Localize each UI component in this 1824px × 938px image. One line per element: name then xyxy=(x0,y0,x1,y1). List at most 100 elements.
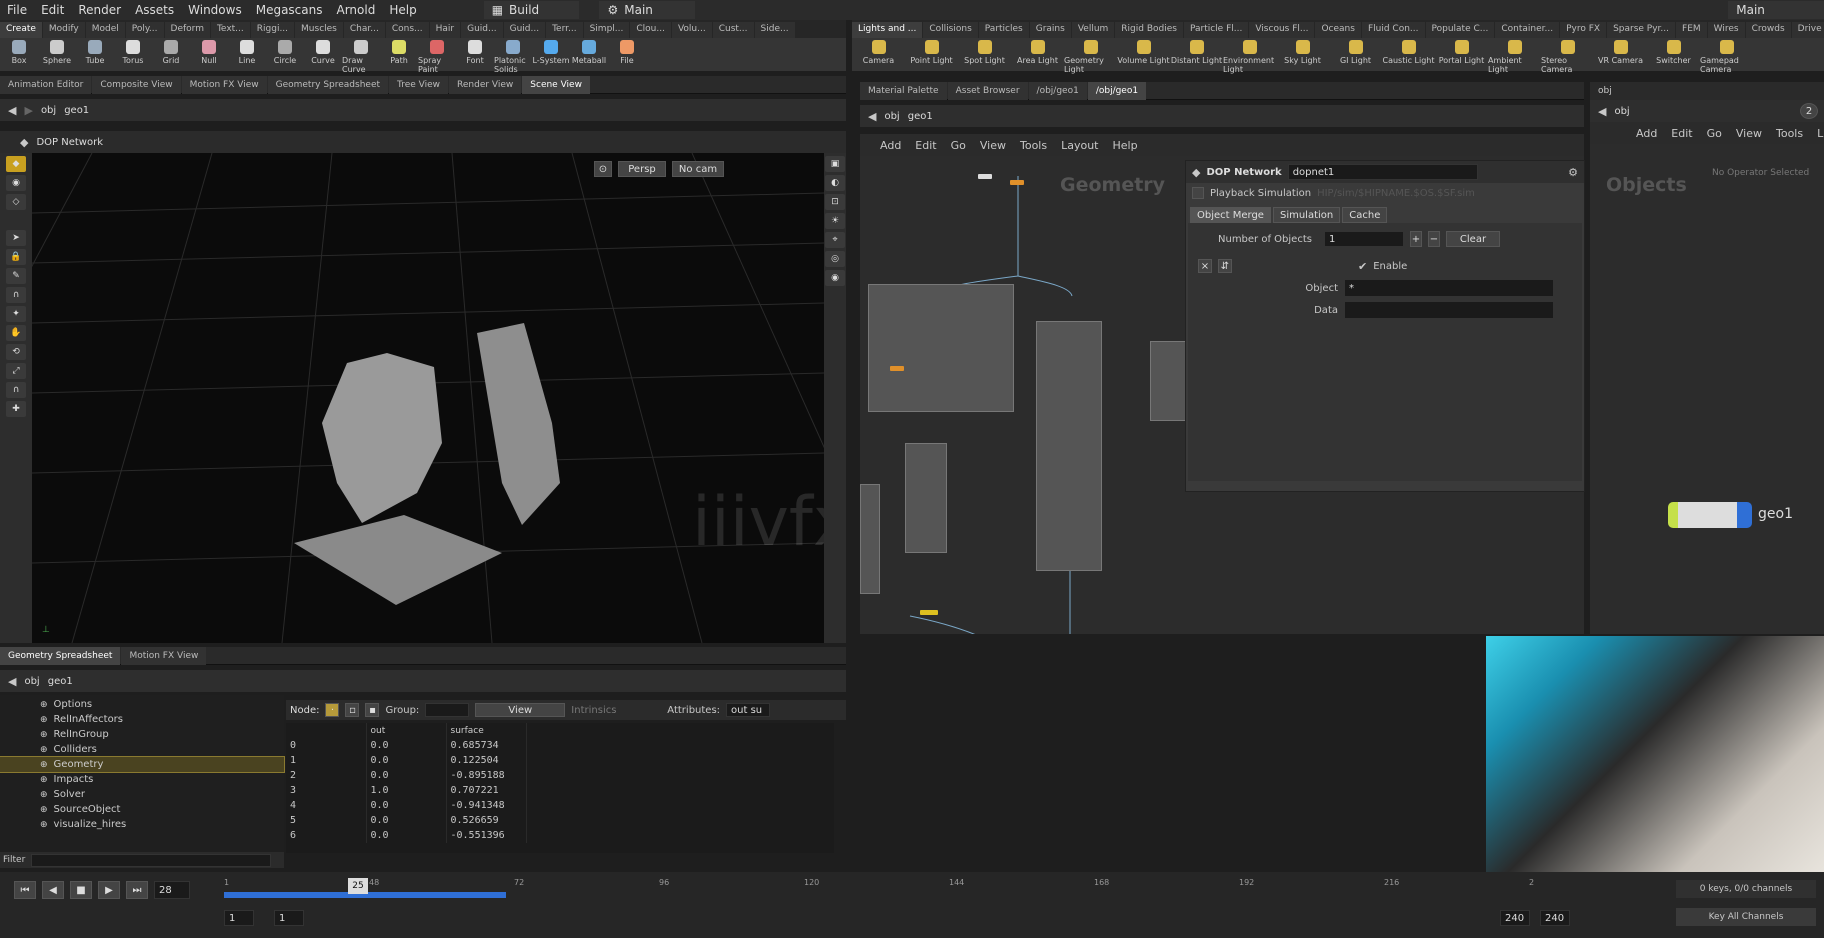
object-tab[interactable]: obj xyxy=(1590,82,1824,100)
shelf-tool[interactable]: Curve xyxy=(304,38,342,65)
tree-item[interactable]: ⊕ Geometry xyxy=(0,756,285,773)
network-menu-item[interactable]: Help xyxy=(1113,139,1138,152)
filter-input[interactable] xyxy=(31,853,272,867)
network-menu-item[interactable]: Go xyxy=(951,139,966,152)
network-menu-item[interactable]: Edit xyxy=(915,139,936,152)
node-chip-object[interactable] xyxy=(920,610,938,615)
bottom-pane-tab[interactable]: Motion FX View xyxy=(121,646,207,665)
plus-icon[interactable]: + xyxy=(1410,231,1422,247)
light-tab[interactable]: Fluid Con... xyxy=(1361,22,1425,38)
start-frame-2[interactable]: 1 xyxy=(274,910,304,926)
light-tab[interactable]: Particles xyxy=(978,22,1029,38)
left-pane-tab[interactable]: Animation Editor xyxy=(0,75,92,94)
light-tool[interactable]: Distant Light xyxy=(1170,38,1223,65)
tree-item[interactable]: ⊕ SourceObject xyxy=(0,802,284,817)
object-menu-item[interactable]: Tools xyxy=(1776,127,1803,140)
light-tool[interactable]: Environment Light xyxy=(1223,38,1276,74)
menu-windows[interactable]: Windows xyxy=(181,3,249,17)
light-tool[interactable]: Gamepad Camera xyxy=(1700,38,1753,74)
menu-file[interactable]: File xyxy=(0,3,34,17)
right-session-selector[interactable]: Main xyxy=(1728,1,1824,19)
tree-item[interactable]: ⊕ Solver xyxy=(0,787,284,802)
light-tab[interactable]: Vellum xyxy=(1071,22,1115,38)
shelf-tab[interactable]: Model xyxy=(85,22,125,38)
shelf-tab[interactable]: Side... xyxy=(754,22,795,38)
light-tool[interactable]: Ambient Light xyxy=(1488,38,1541,74)
network-box-4[interactable] xyxy=(1150,341,1186,421)
network-box-1[interactable] xyxy=(868,284,1014,412)
menu-edit[interactable]: Edit xyxy=(34,3,71,17)
shelf-tool[interactable]: Line xyxy=(228,38,266,65)
scale-tool-icon[interactable]: ⤢ xyxy=(6,363,26,379)
select-tool-icon[interactable]: ◆ xyxy=(6,156,26,172)
shelf-tab[interactable]: Volu... xyxy=(671,22,712,38)
light-tool[interactable]: Switcher xyxy=(1647,38,1700,65)
attributes-input[interactable]: out su xyxy=(726,703,771,717)
shelf-tab[interactable]: Clou... xyxy=(630,22,671,38)
tree-item[interactable]: ⊕ Colliders xyxy=(0,742,284,757)
shelf-tab[interactable]: Modify xyxy=(42,22,85,38)
light-tool[interactable]: GI Light xyxy=(1329,38,1382,65)
magnet-tool-icon[interactable]: ∩ xyxy=(6,287,26,303)
light-tab[interactable]: Viscous Fl... xyxy=(1249,22,1315,38)
shelf-tool[interactable]: Font xyxy=(456,38,494,65)
left-pane-tab[interactable]: Composite View xyxy=(92,75,181,94)
path-obj[interactable]: obj xyxy=(41,105,56,116)
frame-cursor[interactable]: 25 xyxy=(348,878,368,894)
end-frame-2[interactable]: 240 xyxy=(1540,910,1570,926)
param-node-name[interactable]: dopnet1 xyxy=(1287,164,1478,180)
view-tool-icon[interactable]: ◉ xyxy=(6,175,26,191)
shelf-tab[interactable]: Guid... xyxy=(461,22,503,38)
shelf-tab[interactable]: Cust... xyxy=(712,22,754,38)
shelf-tool[interactable]: Null xyxy=(190,38,228,65)
lock-tool-icon[interactable]: 🔒 xyxy=(6,249,26,265)
lock-icon[interactable]: ⊙ xyxy=(594,161,612,177)
object-network-pane[interactable]: obj ◀ obj 2 Add Edit Go View Tools L Objects … xyxy=(1590,82,1824,634)
object-menu-item[interactable]: Edit xyxy=(1671,127,1692,140)
path-geo[interactable]: geo1 xyxy=(64,105,89,116)
frame-input[interactable]: 28 xyxy=(154,881,190,899)
magnet2-tool-icon[interactable]: ∩ xyxy=(6,382,26,398)
geo1-node[interactable] xyxy=(1668,502,1752,528)
light-tool[interactable]: Stereo Camera xyxy=(1541,38,1594,74)
shelf-tab[interactable]: Riggi... xyxy=(250,22,295,38)
light-tab[interactable]: Populate C... xyxy=(1425,22,1495,38)
left-pane-tab[interactable]: Render View xyxy=(449,75,522,94)
left-pane-tab[interactable]: Tree View xyxy=(389,75,449,94)
network-menu-item[interactable]: View xyxy=(980,139,1006,152)
light-tab[interactable]: Lights and ... xyxy=(852,22,923,38)
shelf-tool[interactable]: Draw Curve xyxy=(342,38,380,74)
brush-tool-icon[interactable]: ✦ xyxy=(6,306,26,322)
light-tab[interactable]: Rigid Bodies xyxy=(1115,22,1183,38)
bottom-pane-tab[interactable]: Geometry Spreadsheet xyxy=(0,646,121,665)
end-frame[interactable]: 240 xyxy=(1500,910,1530,926)
back-arrow-icon[interactable]: ◀ xyxy=(8,104,16,117)
persp-menu[interactable]: Persp xyxy=(618,161,666,177)
snap-icon[interactable]: ⌖ xyxy=(825,232,845,248)
back-arrow-icon[interactable]: ◀ xyxy=(868,110,876,123)
light-tab[interactable]: Drive Sim... xyxy=(1791,22,1824,38)
clear-button[interactable]: Clear xyxy=(1446,231,1500,247)
shelf-tab[interactable]: Text... xyxy=(210,22,250,38)
num-objects-input[interactable]: 1 xyxy=(1324,231,1404,247)
light-tab[interactable]: Grains xyxy=(1029,22,1071,38)
visibility-icon[interactable]: ◉ xyxy=(825,270,845,286)
light-tool[interactable]: VR Camera xyxy=(1594,38,1647,65)
data-input[interactable] xyxy=(1344,301,1554,319)
light-tab[interactable]: Collisions xyxy=(923,22,978,38)
shelf-tool[interactable]: Box xyxy=(0,38,38,65)
path-obj-2[interactable]: obj xyxy=(24,676,39,687)
node-chip-output[interactable] xyxy=(890,366,904,371)
tree-item[interactable]: ⊕ RelInAffectors xyxy=(0,712,284,727)
shelf-tab[interactable]: Deform xyxy=(164,22,210,38)
view-dropdown[interactable]: View xyxy=(475,703,566,717)
rotate-tool-icon[interactable]: ⟲ xyxy=(6,344,26,360)
node-chip[interactable] xyxy=(978,174,992,179)
paint-tool-icon[interactable]: ✎ xyxy=(6,268,26,284)
shelf-tab[interactable]: Guid... xyxy=(503,22,546,38)
light-tab[interactable]: Particle Fl... xyxy=(1183,22,1249,38)
object-input[interactable]: * xyxy=(1344,279,1554,297)
param-tab[interactable]: Simulation xyxy=(1272,207,1341,223)
lock2-icon[interactable]: ⊡ xyxy=(825,194,845,210)
shelf-tool[interactable]: Sphere xyxy=(38,38,76,65)
